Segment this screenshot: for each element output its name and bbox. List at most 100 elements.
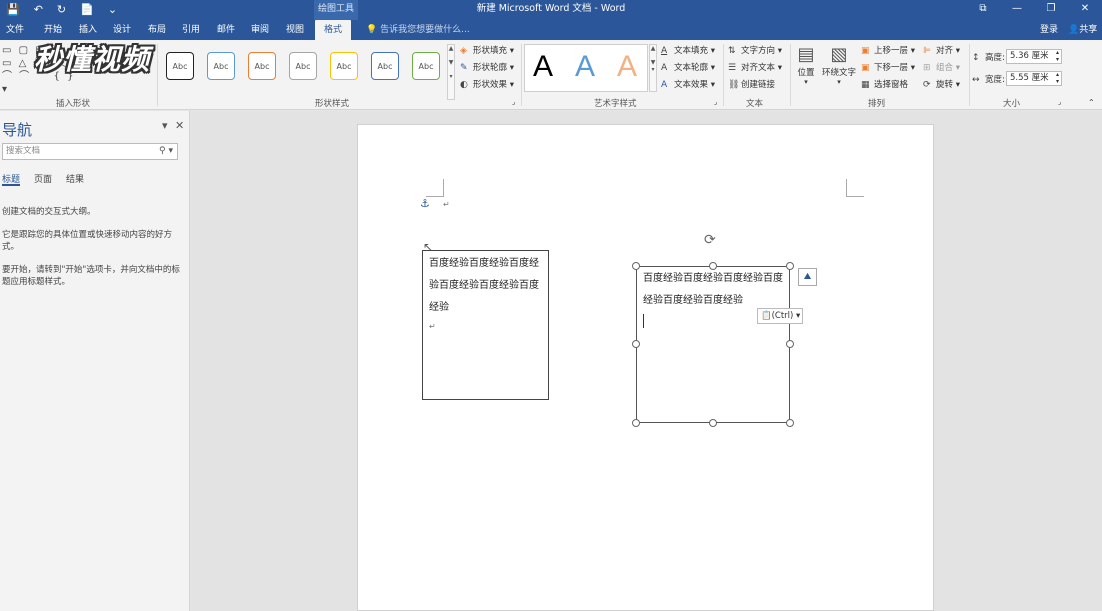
height-input[interactable]: 5.36 厘米 ▴ ▾ bbox=[1006, 49, 1062, 64]
group-button[interactable]: ⊞ 组合 ▾ bbox=[923, 61, 960, 73]
search-icon[interactable]: ⚲ ▾ bbox=[159, 144, 173, 159]
share-button[interactable]: 👤共享 bbox=[1068, 20, 1097, 40]
shape-style-6[interactable]: Abc bbox=[371, 52, 399, 80]
align-button[interactable]: ⊫ 对齐 ▾ bbox=[923, 44, 960, 56]
resize-handle-top-left[interactable] bbox=[632, 262, 640, 270]
group-separator bbox=[723, 44, 724, 106]
minimize-icon[interactable]: — bbox=[1000, 0, 1034, 18]
shape-outline-button[interactable]: ✎ 形状轮廓 ▾ bbox=[460, 61, 514, 73]
wordart-dialog-launcher[interactable]: ⌟ bbox=[714, 98, 717, 106]
size-dialog-launcher[interactable]: ⌟ bbox=[1058, 98, 1061, 106]
text-effects-button[interactable]: A 文本效果 ▾ bbox=[661, 78, 715, 90]
new-document-icon[interactable]: 📄 bbox=[80, 2, 94, 18]
shape-effects-button[interactable]: ◐ 形状效果 ▾ bbox=[460, 78, 514, 90]
collapse-ribbon-icon[interactable]: ⌃ bbox=[1088, 98, 1095, 107]
paste-options-button[interactable]: 📋(Ctrl) ▾ bbox=[757, 308, 803, 324]
text-outline-button[interactable]: A 文本轮廓 ▾ bbox=[661, 61, 715, 73]
wordart-style-orange[interactable]: A bbox=[617, 49, 637, 85]
ribbon-display-options-icon[interactable]: ⧉ bbox=[966, 0, 1000, 18]
align-text-button[interactable]: ☰ 对齐文本 ▾ bbox=[728, 61, 782, 73]
tab-file[interactable]: 文件 bbox=[6, 20, 24, 40]
resize-handle-bottom-right[interactable] bbox=[786, 419, 794, 427]
layout-options-button[interactable]: ⛰ bbox=[798, 268, 817, 286]
tab-references[interactable]: 引用 bbox=[182, 20, 200, 40]
bring-forward-button[interactable]: ▣ 上移一层 ▾ bbox=[861, 44, 915, 56]
redo-icon[interactable]: ↻ bbox=[57, 2, 66, 18]
group-label-wordart-styles: 艺术字样式 bbox=[594, 99, 637, 109]
width-spinner[interactable]: ▴ ▾ bbox=[1056, 71, 1059, 85]
text-box-content[interactable]: 百度经验百度经验百度经验百度经验百度经验百度经验 bbox=[643, 268, 783, 312]
wordart-gallery-scroll[interactable]: ▲ ▼ ▾ bbox=[649, 44, 657, 92]
create-link-label: 创建链接 bbox=[741, 80, 776, 90]
text-fill-button[interactable]: A 文本填充 ▾ bbox=[661, 44, 715, 56]
shape-style-3[interactable]: Abc bbox=[248, 52, 276, 80]
tab-layout[interactable]: 布局 bbox=[148, 20, 166, 40]
anchor-icon[interactable]: ⚓ bbox=[420, 197, 430, 210]
nav-tab-pages[interactable]: 页面 bbox=[34, 172, 52, 185]
nav-tab-results[interactable]: 结果 bbox=[66, 172, 84, 185]
rotate-label: 旋转 bbox=[936, 80, 954, 90]
tab-mailings[interactable]: 邮件 bbox=[217, 20, 235, 40]
window-title: 新建 Microsoft Word 文档 - Word bbox=[476, 3, 626, 14]
save-icon[interactable]: 💾 bbox=[6, 2, 20, 18]
tab-format[interactable]: 格式 bbox=[315, 20, 352, 40]
close-icon[interactable]: ✕ bbox=[1068, 0, 1102, 18]
bring-forward-label: 上移一层 bbox=[874, 46, 909, 56]
sign-in-link[interactable]: 登录 bbox=[1040, 20, 1058, 40]
wordart-styles-gallery[interactable]: A A A bbox=[524, 44, 648, 92]
close-pane-icon[interactable]: ✕ bbox=[175, 119, 184, 132]
restore-icon[interactable]: ❐ bbox=[1034, 0, 1068, 18]
shape-fill-label: 形状填充 bbox=[473, 46, 508, 56]
group-separator bbox=[157, 44, 158, 106]
shape-style-4[interactable]: Abc bbox=[289, 52, 317, 80]
wrap-text-button[interactable]: ▧ 环绕文字 ▾ bbox=[821, 44, 857, 86]
rotate-icon: ⟳ bbox=[923, 80, 931, 90]
search-document-input[interactable]: 搜索文档 ⚲ ▾ bbox=[2, 143, 178, 160]
create-link-button[interactable]: ⛓ 创建链接 bbox=[728, 78, 775, 90]
shape-fill-button[interactable]: ◈ 形状填充 ▾ bbox=[460, 44, 514, 56]
rotate-button[interactable]: ⟳ 旋转 ▾ bbox=[923, 78, 960, 90]
title-bar: 💾 ↶ ↻ 📄 ⌄ 绘图工具 新建 Microsoft Word 文档 - Wo… bbox=[0, 0, 1102, 20]
resize-handle-bottom-left[interactable] bbox=[632, 419, 640, 427]
width-value: 5.55 厘米 bbox=[1010, 73, 1049, 83]
pane-options-icon[interactable]: ▾ bbox=[162, 119, 168, 132]
resize-handle-top[interactable] bbox=[709, 262, 717, 270]
wordart-style-black[interactable]: A bbox=[533, 49, 553, 85]
tab-design[interactable]: 设计 bbox=[113, 20, 131, 40]
tab-insert[interactable]: 插入 bbox=[79, 20, 97, 40]
ribbon-tabs: 文件 开始 插入 设计 布局 引用 邮件 审阅 视图 格式 💡 告诉我您想要做什… bbox=[0, 20, 1102, 40]
rotate-handle-icon[interactable]: ⟳ bbox=[704, 232, 716, 248]
tab-home[interactable]: 开始 bbox=[44, 20, 62, 40]
text-direction-button[interactable]: ⇅ 文字方向 ▾ bbox=[728, 44, 782, 56]
resize-handle-right[interactable] bbox=[786, 340, 794, 348]
height-spinner[interactable]: ▴ ▾ bbox=[1056, 49, 1059, 63]
nav-help-text: 要开始，请转到"开始"选项卡，并向文档中的标题应用标题样式。 bbox=[2, 265, 180, 287]
position-button[interactable]: ▤ 位置 ▾ bbox=[796, 44, 816, 86]
resize-handle-left[interactable] bbox=[632, 340, 640, 348]
width-input[interactable]: 5.55 厘米 ▴ ▾ bbox=[1006, 71, 1062, 86]
shape-effects-icon: ◐ bbox=[460, 80, 468, 90]
tab-view[interactable]: 视图 bbox=[286, 20, 304, 40]
shape-styles-gallery-scroll[interactable]: ▲ ▼ ▾ bbox=[447, 44, 455, 100]
send-backward-button[interactable]: ▣ 下移一层 ▾ bbox=[861, 61, 915, 73]
wordart-style-blue[interactable]: A bbox=[575, 49, 595, 85]
selection-pane-button[interactable]: ▦ 选择窗格 bbox=[861, 78, 908, 90]
shape-style-5[interactable]: Abc bbox=[330, 52, 358, 80]
shape-style-1[interactable]: Abc bbox=[166, 52, 194, 80]
shape-styles-dialog-launcher[interactable]: ⌟ bbox=[512, 98, 515, 106]
shape-style-7[interactable]: Abc bbox=[412, 52, 440, 80]
text-box-2-selected[interactable]: 百度经验百度经验百度经验百度经验百度经验百度经验 bbox=[636, 266, 790, 423]
text-effects-label: 文本效果 bbox=[674, 80, 709, 90]
shape-style-label: Abc bbox=[254, 62, 270, 71]
text-box-1[interactable]: 百度经验百度经验百度经验百度经验百度经验百度经验 ↵ bbox=[422, 250, 549, 400]
text-box-content[interactable]: 百度经验百度经验百度经验百度经验百度经验百度经验 bbox=[429, 253, 542, 319]
undo-icon[interactable]: ↶ bbox=[34, 2, 43, 18]
shape-style-2[interactable]: Abc bbox=[207, 52, 235, 80]
resize-handle-bottom[interactable] bbox=[709, 419, 717, 427]
resize-handle-top-right[interactable] bbox=[786, 262, 794, 270]
customize-qat-icon[interactable]: ⌄ bbox=[108, 2, 117, 18]
ribbon: ▭ ▢ ▤ ⌐ ▾ ▭ △ ∖ ∖ ⬡ ▾ ⌒ ⌒ ⌒ { } ▾ 插入形状 A… bbox=[0, 40, 1102, 110]
tell-me-search[interactable]: 💡 告诉我您想要做什么... bbox=[366, 20, 470, 40]
shape-style-label: Abc bbox=[377, 62, 393, 71]
tab-review[interactable]: 审阅 bbox=[251, 20, 269, 40]
